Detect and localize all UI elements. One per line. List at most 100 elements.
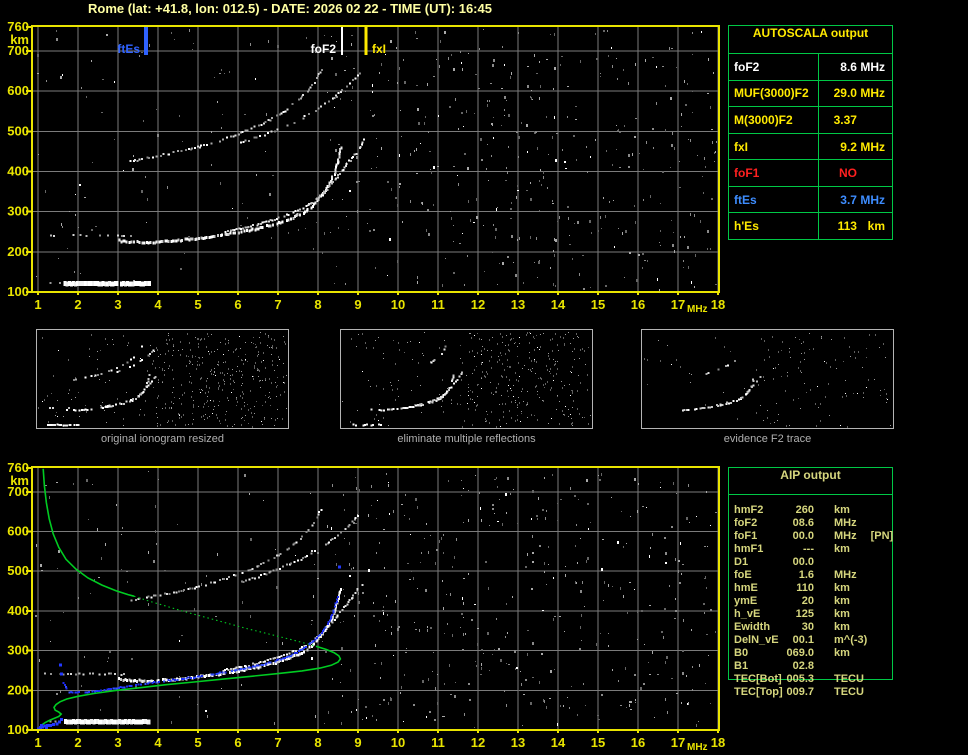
svg-text:2: 2	[74, 735, 81, 750]
trace-es-second-hop	[49, 406, 71, 410]
parameter-name: foF2	[729, 54, 819, 80]
trace-f2-hop2-extraordinary	[241, 515, 360, 584]
svg-text:km: km	[10, 32, 29, 47]
svg-text:14: 14	[551, 297, 566, 312]
parameter-name: foF2	[734, 517, 758, 529]
parameter-name: hmF1	[734, 543, 764, 555]
parameter-value: 08.6	[792, 517, 814, 529]
aip-row-foe: foE 1.6 MHz	[734, 569, 892, 582]
value-unit: MHz	[860, 139, 885, 154]
aip-row-b1: B1 02.8	[734, 660, 892, 673]
svg-text:200: 200	[7, 682, 29, 697]
svg-text:5: 5	[194, 735, 201, 750]
svg-text:4: 4	[154, 735, 162, 750]
aip-row-hmf1: hmF1 --- km	[734, 543, 892, 556]
parameter-name: h'Es	[729, 213, 819, 240]
aip-row-tec-bot-: TEC[Bot] 005.3 TECU	[734, 673, 892, 686]
svg-text:14: 14	[551, 735, 566, 750]
thumbnail-evidence-plot	[644, 333, 891, 428]
parameter-value: 260	[795, 504, 814, 516]
parameter-name: TEC[Bot]	[734, 673, 782, 685]
trace-es-layer	[49, 719, 151, 725]
parameter-name: DelN_vE	[734, 634, 779, 646]
parameter-name: D1	[734, 556, 749, 568]
svg-text:16: 16	[631, 297, 645, 312]
aip-table-header: AIP output	[729, 468, 892, 495]
parameter-unit: TECU	[834, 673, 864, 685]
parameter-name: foF1	[729, 160, 819, 186]
svg-text:12: 12	[471, 735, 485, 750]
parameter-unit: TECU	[834, 686, 864, 698]
parameter-name: hmF2	[734, 504, 764, 516]
parameter-value: 125	[795, 608, 814, 620]
thumb-plot-content	[644, 333, 891, 428]
value-unit: km	[867, 219, 885, 234]
autoscala-row-fof2: foF2 8.6 MHz	[729, 54, 892, 80]
aip-row-hme: hmE 110 km	[734, 582, 892, 595]
thumbnail-caption-eliminate: eliminate multiple reflections	[397, 433, 536, 445]
svg-text:13: 13	[511, 297, 525, 312]
svg-text:15: 15	[591, 735, 605, 750]
parameter-value: 005.3	[786, 673, 814, 685]
parameter-name: hmE	[734, 582, 758, 594]
svg-text:5: 5	[194, 297, 201, 312]
svg-text:10: 10	[391, 735, 405, 750]
parameter-value: 00.0	[792, 556, 814, 568]
trace-f2-ordinary	[370, 374, 455, 412]
grid-lines	[32, 467, 719, 730]
parameter-value: 9.2 MHz	[819, 134, 892, 160]
parameter-value: 009.7	[786, 686, 814, 698]
trace-f2-hop2-extraordinary	[240, 72, 361, 144]
autoscala-row-muf-3000-f2: MUF(3000)F2 29.0 MHz	[729, 79, 892, 107]
parameter-unit: km	[834, 647, 850, 659]
parameter-unit: km	[834, 582, 850, 594]
aip-row-ewidth: Ewidth 30 km	[734, 621, 892, 634]
parameter-value: 00.1	[792, 634, 814, 646]
thumb-plot-content	[38, 332, 287, 428]
parameter-unit: km	[834, 595, 850, 607]
trace-f2-ordinary	[681, 378, 755, 412]
autoscala-row-ftes: ftEs 3.7 MHz	[729, 185, 892, 213]
svg-text:18: 18	[711, 735, 725, 750]
thumbnail-caption-original: original ionogram resized	[101, 433, 224, 445]
autoscala-row-fxi: fxI 9.2 MHz	[729, 132, 892, 160]
parameter-value: 29.0 MHz	[819, 81, 892, 107]
value-number: 8.6	[840, 59, 857, 74]
svg-text:400: 400	[7, 603, 29, 618]
autoscala-output-table: AUTOSCALA output foF2 8.6 MHz MUF(3000)F2 29…	[728, 25, 893, 240]
svg-text:10: 10	[391, 297, 405, 312]
trace-f2-hop2-ordinary	[430, 345, 447, 364]
parameter-value: 110	[796, 582, 814, 594]
svg-text:3: 3	[114, 735, 121, 750]
thumbnail-eliminate-plot	[342, 332, 591, 428]
aip-row-b0: B0 069.0 km	[734, 647, 892, 660]
axis-labels: 100200300400500600700760km1 2 3 4 5 6 7 8 9 10 11 1…	[7, 19, 725, 315]
parameter-name: ymE	[734, 595, 758, 607]
svg-text:11: 11	[431, 735, 445, 750]
aip-row-yme: ymE 20 km	[734, 595, 892, 608]
aip-row-tec-top-: TEC[Top] 009.7 TECU	[734, 686, 892, 699]
marker-line-foF2	[341, 27, 343, 55]
trace-f2-hop2-ordinary	[73, 345, 143, 381]
parameter-unit: km	[834, 608, 850, 620]
parameter-value: 069.0	[786, 647, 814, 659]
trace-es-layer	[46, 423, 80, 427]
trace-es-layer	[49, 280, 151, 287]
svg-text:100: 100	[7, 722, 29, 737]
autoscala-table-rows: foF2 8.6 MHz MUF(3000)F2 29.0 MHz M(3000)F2 3.3…	[729, 54, 892, 240]
svg-text:12: 12	[471, 297, 485, 312]
thumbnail-evidence-f2	[641, 329, 894, 429]
trace-f2-extraordinary	[222, 583, 364, 672]
thumbnail-eliminate-reflections	[340, 329, 593, 429]
parameter-name: h_vE	[734, 608, 761, 620]
trace-f2-extraordinary	[224, 138, 365, 233]
thumb-plot-content	[342, 332, 591, 428]
parameter-value: 3.7 MHz	[819, 187, 892, 213]
svg-text:200: 200	[7, 244, 29, 259]
value-number: NO	[838, 166, 857, 181]
noise-speckles	[35, 471, 717, 728]
parameter-value: 00.0	[792, 530, 814, 542]
svg-text:6: 6	[234, 297, 241, 312]
value-unit: MHz	[860, 86, 885, 101]
svg-text:16: 16	[631, 735, 645, 750]
